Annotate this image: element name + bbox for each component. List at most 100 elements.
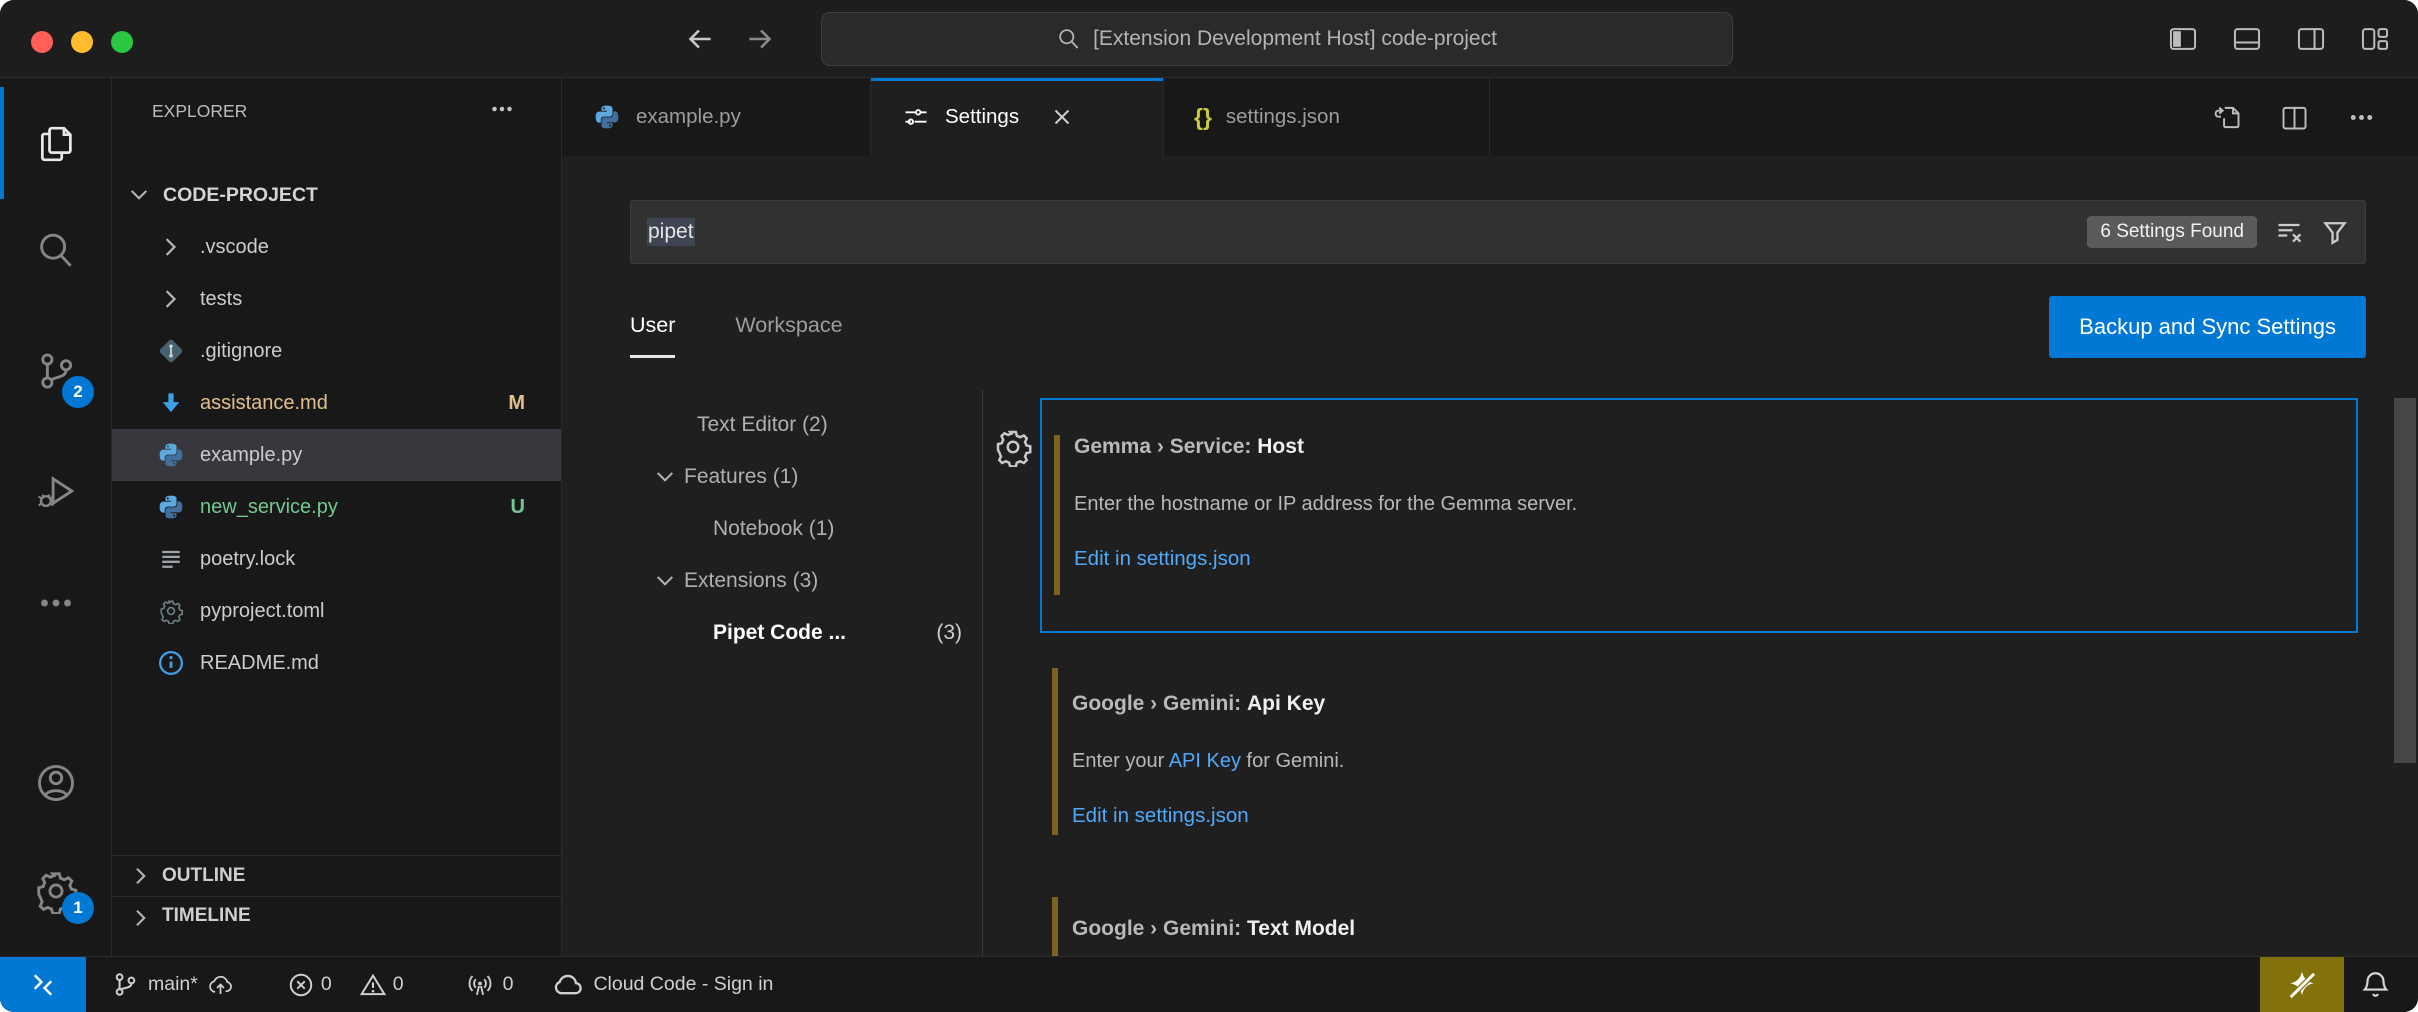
tree-item-readme-md[interactable]: README.md	[112, 637, 561, 689]
sidebar-item-source-control[interactable]	[0, 348, 111, 394]
account-button[interactable]	[0, 760, 111, 806]
search-text-selection: pipet	[647, 218, 695, 246]
chevron-down-icon	[652, 568, 678, 594]
cloud-code-label: Cloud Code - Sign in	[593, 973, 773, 996]
clear-search-icon[interactable]	[2275, 218, 2303, 246]
ports-status-item[interactable]: 0	[466, 971, 514, 999]
branch-name: main*	[148, 973, 198, 996]
title-bar: [Extension Development Host] code-projec…	[0, 0, 2418, 78]
search-icon	[1057, 27, 1081, 51]
settings-list: Gemma › Service: Host Enter the hostname…	[1040, 390, 2358, 956]
vscode-window: [Extension Development Host] code-projec…	[0, 0, 2418, 1012]
python-icon	[157, 493, 185, 521]
zoom-window-button[interactable]	[111, 31, 133, 53]
remote-icon	[28, 970, 58, 1000]
setting-row-google-gemini-text-model[interactable]: Google › Gemini: Text Model	[1040, 895, 2358, 956]
json-braces-icon: {}	[1194, 104, 1212, 131]
toggle-panel-icon[interactable]	[2230, 22, 2264, 56]
gear-icon	[158, 598, 184, 624]
ports-count: 0	[503, 973, 514, 996]
forward-arrow-icon[interactable]	[743, 22, 777, 56]
tree-item-tests-folder[interactable]: tests	[112, 273, 561, 325]
chevron-right-icon	[128, 905, 154, 931]
edit-in-settings-json-link[interactable]: Edit in settings.json	[1074, 547, 2316, 571]
modified-indicator	[1052, 668, 1058, 835]
tree-root-code-project[interactable]: CODE-PROJECT	[112, 169, 561, 221]
views-and-more-actions-icon[interactable]	[487, 94, 517, 129]
git-branch-icon	[112, 971, 139, 998]
tab-settings[interactable]: Settings	[871, 78, 1164, 156]
modified-indicator	[1054, 435, 1060, 595]
open-settings-json-icon[interactable]	[2211, 101, 2244, 134]
tab-example-py[interactable]: example.py	[562, 78, 871, 156]
tree-item-vscode-folder[interactable]: .vscode	[112, 221, 561, 273]
minimize-window-button[interactable]	[71, 31, 93, 53]
tree-item-new-service-py[interactable]: new_service.py U	[112, 481, 561, 533]
warning-icon	[360, 972, 386, 998]
vertical-scrollbar[interactable]	[2394, 398, 2416, 763]
cloud-code-status-item[interactable]: Cloud Code - Sign in	[551, 969, 773, 1000]
extension-warning-button[interactable]	[2260, 957, 2344, 1012]
remote-indicator[interactable]	[0, 957, 86, 1012]
setting-actions-gear-icon[interactable]	[993, 427, 1033, 467]
scope-tab-user[interactable]: User	[630, 296, 675, 358]
more-actions-icon[interactable]	[2345, 101, 2378, 134]
git-status-badge: M	[508, 392, 525, 415]
api-key-link[interactable]: API Key	[1169, 750, 1241, 772]
results-count-badge: 6 Settings Found	[2087, 216, 2257, 248]
tree-item-pyproject-toml[interactable]: pyproject.toml	[112, 585, 561, 637]
toc-item-extensions[interactable]: Extensions (3)	[630, 555, 982, 607]
customize-layout-icon[interactable]	[2358, 22, 2392, 56]
tree-item-assistance-md[interactable]: assistance.md M	[112, 377, 561, 429]
info-icon	[157, 649, 185, 677]
settings-toc: Text Editor (2) Features (1) Notebook (1…	[630, 390, 983, 956]
back-arrow-icon[interactable]	[683, 22, 717, 56]
close-tab-icon[interactable]	[1049, 104, 1075, 130]
modified-indicator	[1052, 897, 1058, 956]
toc-item-pipet-code[interactable]: Pipet Code ... (3)	[630, 607, 982, 659]
chevron-right-icon	[157, 285, 185, 313]
toggle-secondary-sidebar-icon[interactable]	[2294, 22, 2328, 56]
setting-title: Google › Gemini: Api Key	[1072, 687, 2318, 720]
outline-section-header[interactable]: OUTLINE	[112, 855, 561, 896]
problems-status-item[interactable]: 0 0	[288, 972, 404, 998]
file-tree: CODE-PROJECT .vscode tests .gitignore as…	[112, 144, 561, 689]
lock-file-icon	[157, 545, 185, 573]
radio-tower-icon	[466, 971, 494, 999]
command-center[interactable]: [Extension Development Host] code-projec…	[821, 12, 1733, 66]
sidebar-item-explorer[interactable]	[0, 121, 111, 167]
manage-button[interactable]	[0, 868, 111, 914]
timeline-section-header[interactable]: TIMELINE	[112, 896, 561, 956]
close-window-button[interactable]	[31, 31, 53, 53]
toc-item-text-editor[interactable]: Text Editor (2)	[630, 399, 982, 451]
toggle-primary-sidebar-icon[interactable]	[2166, 22, 2200, 56]
setting-row-gemma-service-host[interactable]: Gemma › Service: Host Enter the hostname…	[1040, 398, 2358, 633]
settings-editor: pipet 6 Settings Found User Workspace Ba…	[562, 156, 2418, 956]
more-icon	[33, 580, 79, 626]
filter-funnel-icon[interactable]	[2321, 218, 2349, 246]
sidebar-item-more-views[interactable]	[0, 580, 111, 626]
tree-item-poetry-lock[interactable]: poetry.lock	[112, 533, 561, 585]
setting-row-google-gemini-api-key[interactable]: Google › Gemini: Api Key Enter your API …	[1040, 650, 2358, 880]
tab-settings-json[interactable]: {} settings.json	[1164, 78, 1490, 156]
search-icon	[33, 228, 79, 274]
branch-status-item[interactable]: main*	[112, 971, 234, 998]
sidebar-item-search[interactable]	[0, 228, 111, 274]
manage-badge: 1	[62, 892, 94, 924]
sidebar-item-run-debug[interactable]	[0, 468, 111, 514]
cloud-icon	[551, 969, 582, 1000]
tree-item-example-py[interactable]: example.py	[112, 429, 561, 481]
toc-item-features[interactable]: Features (1)	[630, 451, 982, 503]
backup-sync-settings-button[interactable]: Backup and Sync Settings	[2049, 296, 2366, 358]
settings-search-input[interactable]: pipet 6 Settings Found	[630, 200, 2366, 264]
split-editor-icon[interactable]	[2278, 101, 2311, 134]
settings-scope-tabs: User Workspace Backup and Sync Settings	[630, 296, 2366, 358]
python-icon	[593, 103, 621, 131]
chevron-down-icon	[652, 464, 678, 490]
notifications-button[interactable]	[2344, 970, 2406, 999]
toc-item-notebook[interactable]: Notebook (1)	[630, 503, 982, 555]
edit-in-settings-json-link[interactable]: Edit in settings.json	[1072, 804, 2318, 828]
scope-tab-workspace[interactable]: Workspace	[735, 296, 842, 358]
tree-item-gitignore[interactable]: .gitignore	[112, 325, 561, 377]
publish-changes-icon	[207, 971, 234, 998]
